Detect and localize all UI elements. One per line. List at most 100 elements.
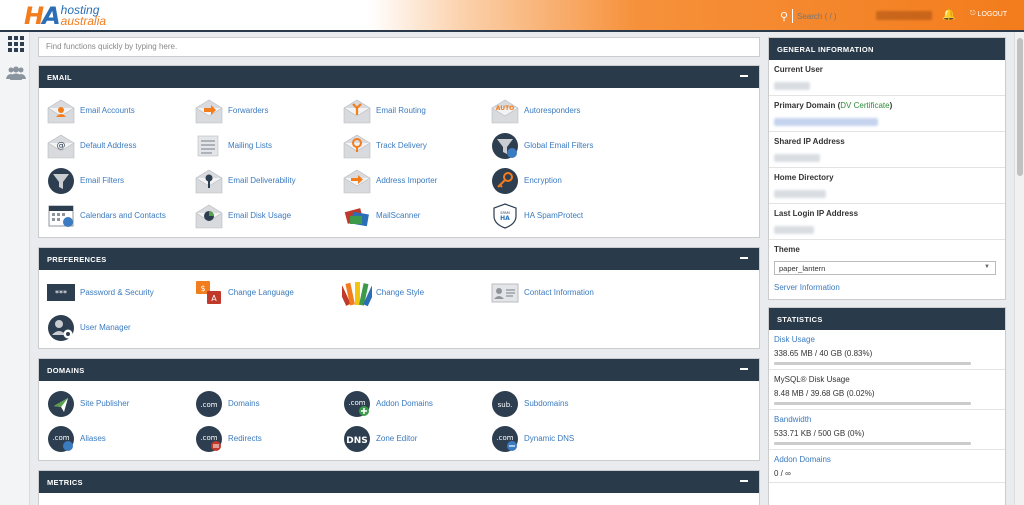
header-search-input[interactable] <box>792 9 862 23</box>
address-importer-icon <box>342 167 372 195</box>
tools-grid-icon[interactable] <box>8 36 24 52</box>
section-title: METRICS <box>47 478 83 487</box>
autoresponders-icon: AUTO <box>490 97 520 125</box>
hosting-australia-logo[interactable]: HA hosting australia <box>24 2 107 30</box>
dynamic-dns-link[interactable]: .com Dynamic DNS <box>490 421 638 456</box>
collapse-icon[interactable] <box>740 480 748 482</box>
change-language-icon: $ A <box>194 279 224 307</box>
change-language-link[interactable]: $ A Change Language <box>194 275 342 310</box>
statistics-panel: STATISTICS Disk Usage 338.65 MB / 40 GB (… <box>768 307 1006 505</box>
item-label: Forwarders <box>228 106 269 115</box>
primary-domain-value[interactable] <box>774 118 878 126</box>
site-publisher-link[interactable]: Site Publisher <box>46 386 194 421</box>
item-label: Dynamic DNS <box>524 434 575 443</box>
metrics-section: METRICS <box>38 470 760 505</box>
scrollbar-thumb[interactable] <box>1017 38 1023 176</box>
dynamic-dns-icon: .com <box>490 425 520 453</box>
track-delivery-link[interactable]: Track Delivery <box>342 128 490 163</box>
default-address-link[interactable]: @ Default Address <box>46 128 194 163</box>
address-importer-link[interactable]: Address Importer <box>342 163 490 198</box>
mailing-lists-link[interactable]: Mailing Lists <box>194 128 342 163</box>
svg-text:$: $ <box>200 284 205 293</box>
redirects-link[interactable]: .com Redirects <box>194 421 342 456</box>
function-search-input[interactable]: Find functions quickly by typing here. <box>38 37 760 57</box>
global-email-filters-link[interactable]: Global Email Filters <box>490 128 638 163</box>
logout-button[interactable]: ⎋ LOGOUT <box>970 10 1007 18</box>
calendars-contacts-link[interactable]: Calendars and Contacts <box>46 198 194 233</box>
stat-value: 338.65 MB / 40 GB (0.83%) <box>774 349 873 358</box>
stat-name[interactable]: Disk Usage <box>774 335 1000 344</box>
svg-text:sub.: sub. <box>498 401 513 409</box>
encryption-link[interactable]: Encryption <box>490 163 638 198</box>
stat-name[interactable]: Addon Domains <box>774 455 1000 464</box>
svg-text:.com: .com <box>348 399 365 407</box>
chevron-down-icon: ▼ <box>984 264 990 270</box>
change-style-link[interactable]: Change Style <box>337 275 490 310</box>
item-label: Subdomains <box>524 399 569 408</box>
item-label: Contact Information <box>524 288 594 297</box>
stat-row: Addon Domains 0 / ∞ <box>769 450 1005 483</box>
forwarders-link[interactable]: Forwarders <box>194 93 342 128</box>
global-email-filters-icon <box>490 132 520 160</box>
stat-row: Bandwidth 533.71 KB / 500 GB (0%) <box>769 410 1005 450</box>
password-security-link[interactable]: *** Password & Security <box>46 275 194 310</box>
current-user-label: Current User <box>774 65 823 74</box>
autoresponders-link[interactable]: AUTO Autoresponders <box>490 93 638 128</box>
dv-certificate-link[interactable]: DV Certificate <box>840 101 889 110</box>
collapse-icon[interactable] <box>740 75 748 77</box>
svg-text:.com: .com <box>496 434 513 442</box>
item-label: Address Importer <box>376 176 438 185</box>
svg-text:AUTO: AUTO <box>496 105 515 112</box>
aliases-link[interactable]: .com Aliases <box>46 421 194 456</box>
bell-icon[interactable]: 🔔 <box>942 8 956 21</box>
shared-ip-label: Shared IP Address <box>774 137 845 146</box>
item-label: Change Style <box>376 288 425 297</box>
server-information-link[interactable]: Server Information <box>769 277 1005 298</box>
zone-editor-link[interactable]: DNS Zone Editor <box>342 421 490 456</box>
subdomains-link[interactable]: sub. Subdomains <box>490 386 638 421</box>
primary-domain-label: Primary Domain (DV Certificate) <box>774 101 893 110</box>
item-label: Track Delivery <box>376 141 427 150</box>
user-manager-link[interactable]: User Manager <box>46 310 194 345</box>
spamprotect-icon: SPAM HA <box>490 202 520 230</box>
item-label: Redirects <box>228 434 262 443</box>
mailing-lists-icon <box>194 132 224 160</box>
users-icon[interactable] <box>6 66 26 80</box>
last-login-ip-label: Last Login IP Address <box>774 209 859 218</box>
mailscanner-link[interactable]: MailScanner <box>342 198 490 233</box>
section-title: DOMAINS <box>47 366 85 375</box>
forwarders-icon <box>194 97 224 125</box>
item-label: Zone Editor <box>376 434 418 443</box>
email-accounts-link[interactable]: Email Accounts <box>46 93 194 128</box>
item-label: Email Disk Usage <box>228 211 292 220</box>
aliases-icon: .com <box>46 425 76 453</box>
email-filters-icon <box>46 167 76 195</box>
page-scrollbar[interactable] <box>1014 32 1024 505</box>
item-label: Autoresponders <box>524 106 581 115</box>
contact-information-link[interactable]: Contact Information <box>490 275 638 310</box>
zone-editor-icon: DNS <box>342 425 372 453</box>
collapse-icon[interactable] <box>740 257 748 259</box>
user-menu[interactable] <box>876 11 932 20</box>
svg-text:DNS: DNS <box>346 436 368 446</box>
email-deliverability-link[interactable]: Email Deliverability <box>194 163 342 198</box>
home-directory-label: Home Directory <box>774 173 834 182</box>
home-directory-value <box>774 190 826 198</box>
domains-link[interactable]: .com Domains <box>194 386 342 421</box>
addon-domains-link[interactable]: .com Addon Domains <box>342 386 490 421</box>
spamprotect-link[interactable]: SPAM HA HA SpamProtect <box>490 198 638 233</box>
theme-select[interactable]: paper_lantern ▼ <box>774 261 996 275</box>
item-label: HA SpamProtect <box>524 211 584 220</box>
email-routing-link[interactable]: Email Routing <box>342 93 490 128</box>
stat-name[interactable]: Bandwidth <box>774 415 1000 424</box>
item-label: Password & Security <box>80 288 154 297</box>
item-label: Change Language <box>228 288 294 297</box>
current-user-value <box>774 82 810 90</box>
email-disk-usage-link[interactable]: Email Disk Usage <box>194 198 342 233</box>
collapse-icon[interactable] <box>740 368 748 370</box>
stat-value: 533.71 KB / 500 GB (0%) <box>774 429 865 438</box>
email-filters-link[interactable]: Email Filters <box>46 163 194 198</box>
logo-line-2: australia <box>60 14 107 28</box>
header-search: ⚲ <box>780 9 862 23</box>
item-label: MailScanner <box>376 211 421 220</box>
